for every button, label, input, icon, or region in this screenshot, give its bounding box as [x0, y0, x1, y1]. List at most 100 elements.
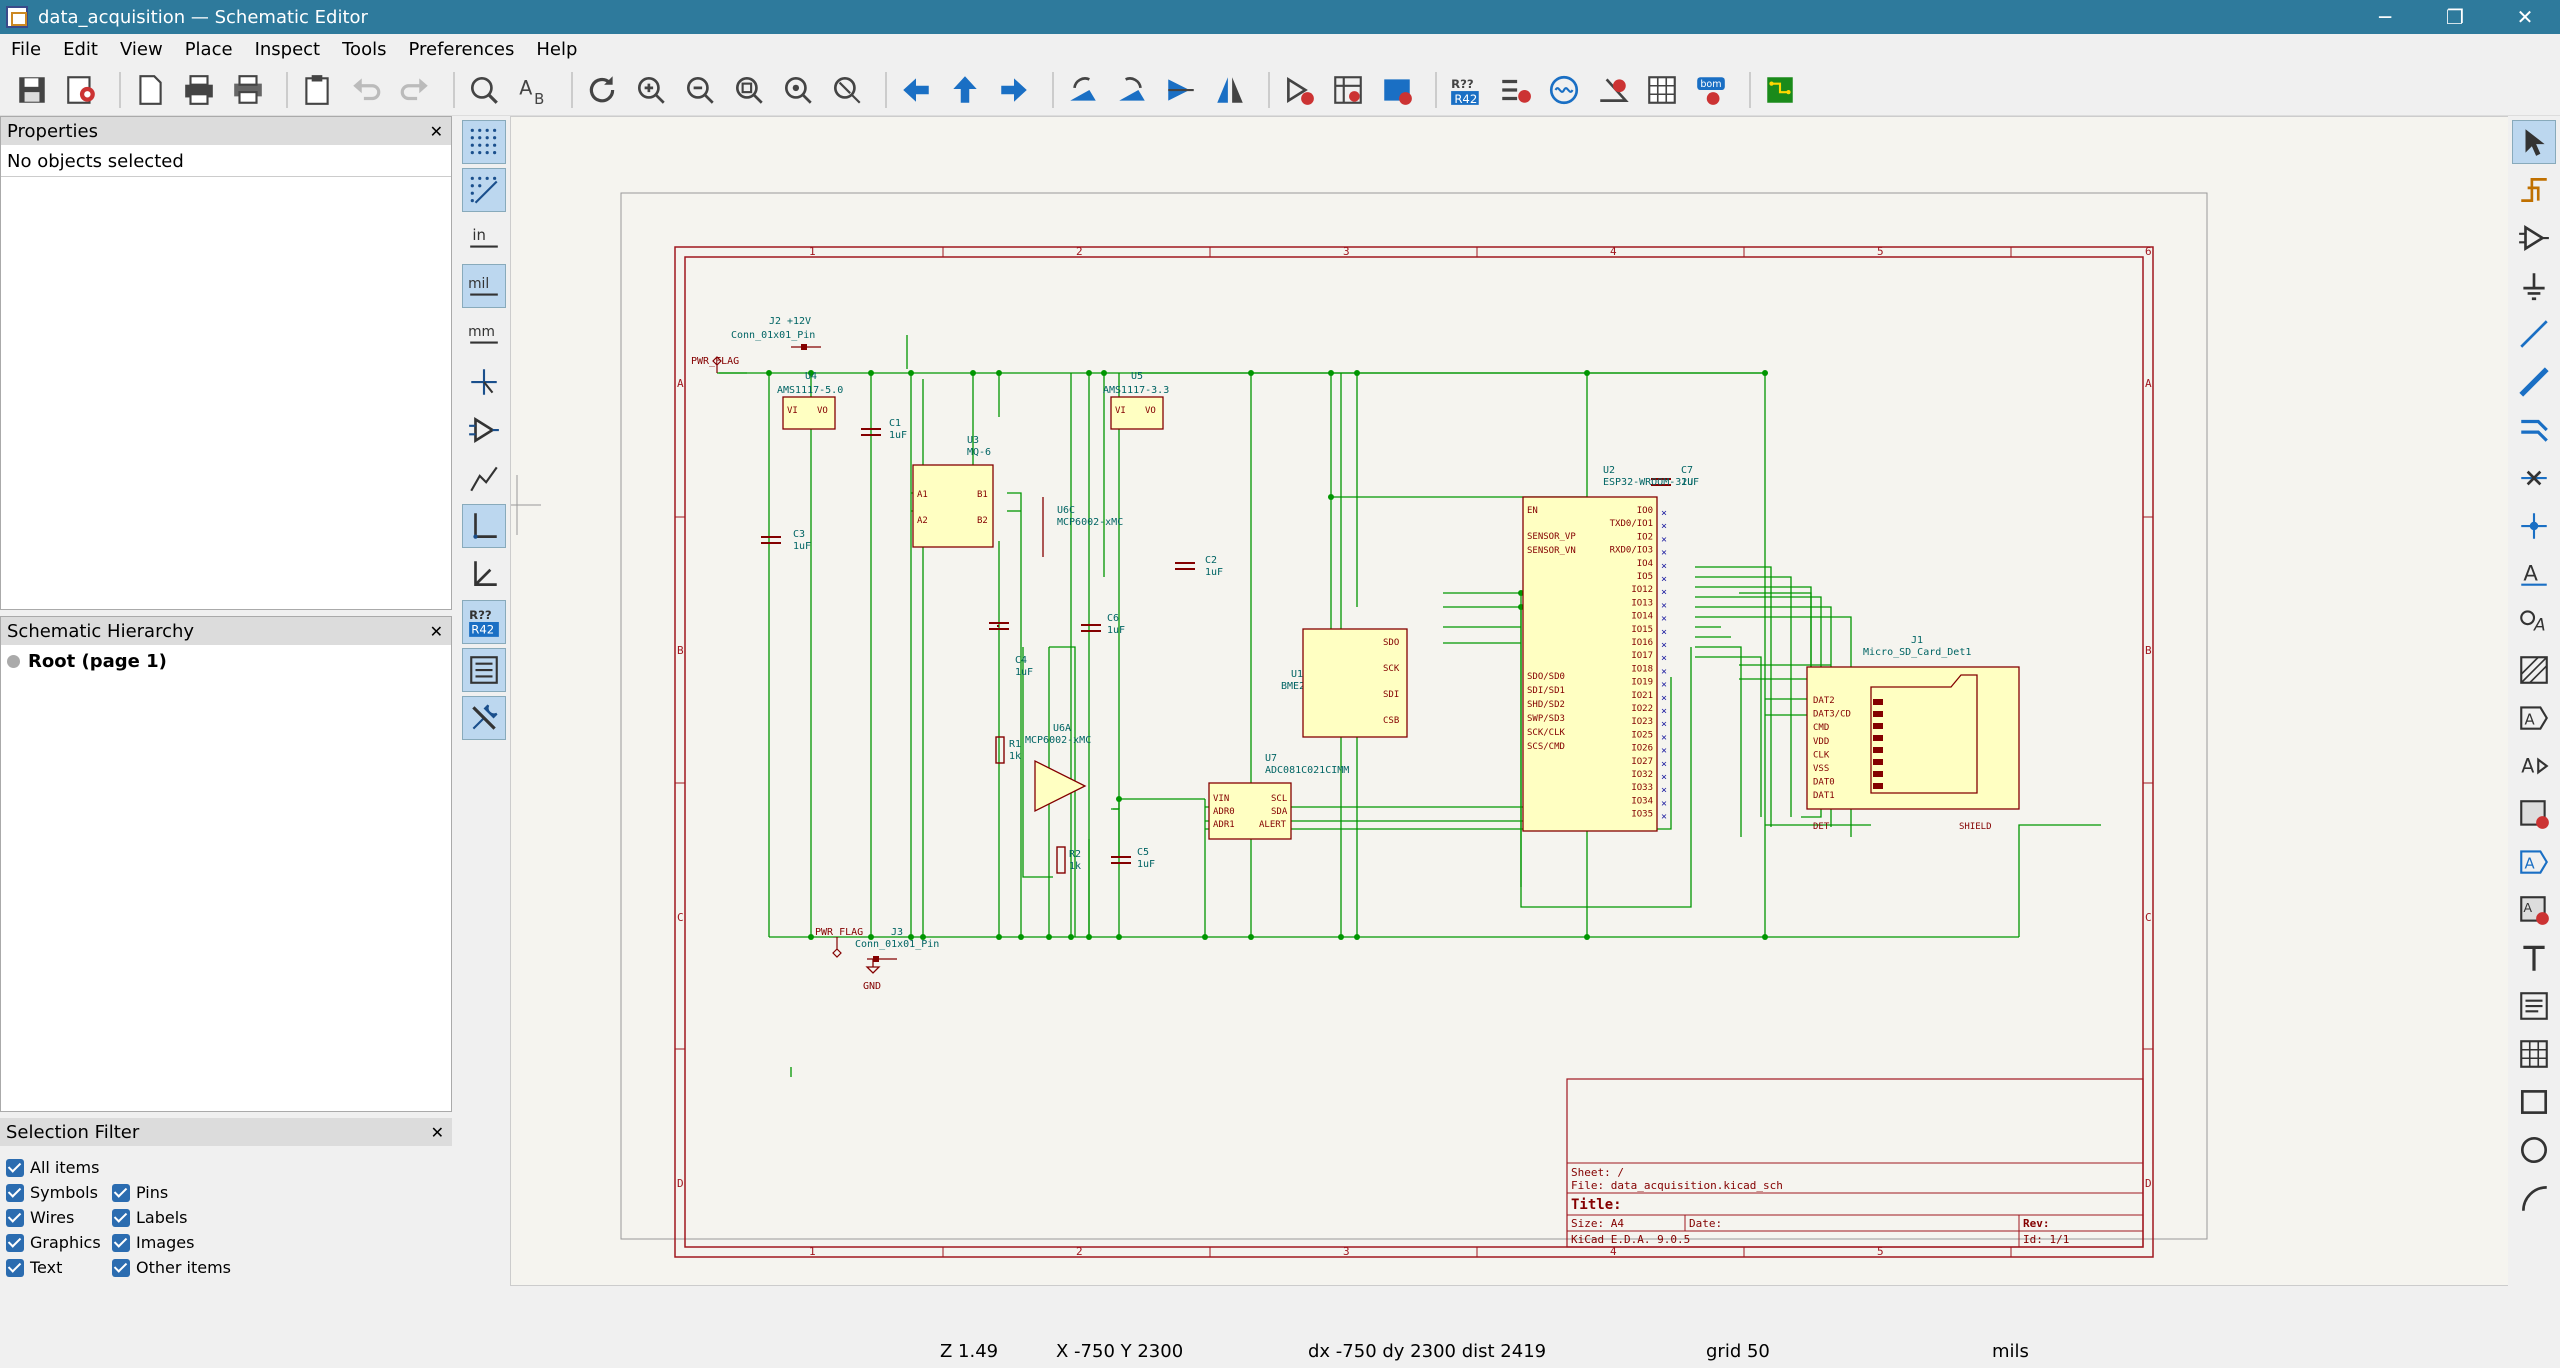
highlight-net-icon[interactable] [2512, 168, 2556, 212]
navigate-forward-icon[interactable] [994, 70, 1034, 110]
properties-close-icon[interactable]: ✕ [430, 122, 443, 141]
menu-help[interactable]: Help [525, 39, 588, 60]
pwr-flag-top[interactable]: PWR_FLAG [691, 356, 739, 373]
u6c-opamp-power[interactable]: U6C MCP6002-xMC [1042, 497, 1123, 557]
checkbox-checked-icon[interactable] [112, 1233, 130, 1252]
menu-view[interactable]: View [109, 39, 174, 60]
add-global-label-icon[interactable]: A [2512, 696, 2556, 740]
add-wire-icon[interactable] [2512, 312, 2556, 356]
mirror-v-icon[interactable] [1161, 70, 1201, 110]
u4-regulator[interactable]: U4 AMS1117-5.0 VI VO [777, 371, 843, 430]
add-label-icon[interactable]: A [2512, 552, 2556, 596]
u1-bme280[interactable]: U1 BME280 SDO SCK SDI CSB [1281, 628, 1408, 738]
symbol-browser-icon[interactable] [1328, 70, 1368, 110]
simulator-icon[interactable] [1593, 70, 1633, 110]
u2-esp32[interactable]: U2 ESP32-WROOM-32U EN SENSOR_VP SENSOR_VN S… [1522, 465, 1693, 832]
menu-tools[interactable]: Tools [331, 39, 397, 60]
zoom-tool-icon[interactable] [827, 70, 867, 110]
redo-icon[interactable] [395, 70, 435, 110]
units-mils-icon[interactable]: mil [462, 264, 506, 308]
find-replace-icon[interactable]: AB [513, 70, 553, 110]
cursor-style-icon[interactable] [462, 360, 506, 404]
add-bus-entry-icon[interactable] [2512, 408, 2556, 452]
schematic-setup-icon[interactable] [61, 70, 101, 110]
filter-all-items[interactable]: All items [6, 1158, 99, 1177]
rotate-cw-icon[interactable] [1112, 70, 1152, 110]
u7-adc[interactable]: U7 ADC081C021CIMM VIN ADR0 ADR1 SCL SDA … [1208, 753, 1349, 840]
annotation-toggle-icon[interactable]: R?? R42 [462, 600, 506, 644]
add-textbox-icon[interactable] [2512, 984, 2556, 1028]
select-tool-icon[interactable] [2512, 120, 2556, 164]
add-text-icon[interactable] [2512, 936, 2556, 980]
add-power-icon[interactable] [2512, 264, 2556, 308]
j1-sd-card[interactable]: J1 Micro_SD_Card_Det1 DAT2 DAT3/CD CMD VDD C… [1806, 635, 2020, 832]
mirror-h-icon[interactable] [1210, 70, 1250, 110]
u5-regulator[interactable]: U5 AMS1117-3.3 VI VO [1103, 371, 1169, 430]
filter-labels[interactable]: Labels [112, 1208, 188, 1227]
annotate-icon[interactable] [1377, 70, 1417, 110]
add-rectangle-icon[interactable] [2512, 1080, 2556, 1124]
wire-angle-45-icon[interactable] [462, 552, 506, 596]
add-sheet-icon[interactable] [2512, 792, 2556, 836]
checkbox-checked-icon[interactable] [112, 1258, 130, 1277]
grid-overrides-icon[interactable] [462, 168, 506, 212]
add-circle-icon[interactable] [2512, 1128, 2556, 1172]
hidden-pins-icon[interactable] [462, 408, 506, 452]
menu-place[interactable]: Place [174, 39, 244, 60]
checkbox-checked-icon[interactable] [6, 1258, 24, 1277]
save-icon[interactable] [12, 70, 52, 110]
maximize-button[interactable]: ❐ [2420, 0, 2490, 34]
print-icon[interactable] [179, 70, 219, 110]
schematic-canvas[interactable]: 1 2 3 4 5 6 1 2 3 4 5 A B C D A B C D Sh… [510, 116, 2510, 1286]
checkbox-checked-icon[interactable] [6, 1233, 24, 1252]
checkbox-checked-icon[interactable] [112, 1183, 130, 1202]
navigate-up-icon[interactable] [945, 70, 985, 110]
filter-images[interactable]: Images [112, 1233, 194, 1252]
menu-file[interactable]: File [0, 39, 52, 60]
symbol-fields-icon[interactable] [1495, 70, 1535, 110]
checkbox-checked-icon[interactable] [112, 1208, 130, 1227]
add-symbol-icon[interactable] [2512, 216, 2556, 260]
close-button[interactable]: ✕ [2490, 0, 2560, 34]
add-hier-label-icon[interactable]: A [2512, 744, 2556, 788]
filter-symbols[interactable]: Symbols [6, 1183, 98, 1202]
rotate-ccw-icon[interactable] [1063, 70, 1103, 110]
add-sheet-pin-icon[interactable]: A [2512, 840, 2556, 884]
hierarchy-close-icon[interactable]: ✕ [430, 622, 443, 641]
zoom-objects-icon[interactable] [778, 70, 818, 110]
filter-wires[interactable]: Wires [6, 1208, 74, 1227]
footprint-assign-icon[interactable] [1544, 70, 1584, 110]
u6a-opamp[interactable]: U6A MCP6002-xMC [1025, 723, 1091, 813]
add-junction-icon[interactable] [2512, 504, 2556, 548]
wire-angle-free-icon[interactable] [462, 456, 506, 500]
u3-gas-sensor[interactable]: U3 MQ-6 A1 A2 B1 B2 [912, 435, 994, 548]
zoom-fit-icon[interactable] [729, 70, 769, 110]
filter-pins[interactable]: Pins [112, 1183, 168, 1202]
refresh-icon[interactable] [582, 70, 622, 110]
paste-icon[interactable] [297, 70, 337, 110]
minimize-button[interactable]: ─ [2350, 0, 2420, 34]
find-icon[interactable] [464, 70, 504, 110]
zoom-in-icon[interactable] [631, 70, 671, 110]
selection-filter-close-icon[interactable]: ✕ [431, 1123, 444, 1142]
hierarchy-panel-toggle-icon[interactable] [462, 648, 506, 692]
checkbox-checked-icon[interactable] [6, 1208, 24, 1227]
menu-inspect[interactable]: Inspect [244, 39, 332, 60]
j2-connector[interactable]: J2 +12V Conn_01x01_Pin [731, 316, 821, 350]
checkbox-checked-icon[interactable] [6, 1158, 24, 1177]
filter-graphics[interactable]: Graphics [6, 1233, 101, 1252]
properties-toggle-icon[interactable] [462, 696, 506, 740]
erc-icon[interactable]: R?? R42 [1446, 70, 1486, 110]
menu-edit[interactable]: Edit [52, 39, 109, 60]
pcb-editor-icon[interactable] [1760, 70, 1800, 110]
netlist-icon[interactable]: bom [1691, 70, 1731, 110]
units-inches-icon[interactable]: in [462, 216, 506, 260]
add-rule-area-icon[interactable] [2512, 648, 2556, 692]
zoom-out-icon[interactable] [680, 70, 720, 110]
bom-icon[interactable] [1642, 70, 1682, 110]
add-no-connect-icon[interactable] [2512, 456, 2556, 500]
plot-icon[interactable] [228, 70, 268, 110]
add-table-icon[interactable] [2512, 1032, 2556, 1076]
wire-angle-90-icon[interactable] [462, 504, 506, 548]
grid-toggle-icon[interactable] [462, 120, 506, 164]
